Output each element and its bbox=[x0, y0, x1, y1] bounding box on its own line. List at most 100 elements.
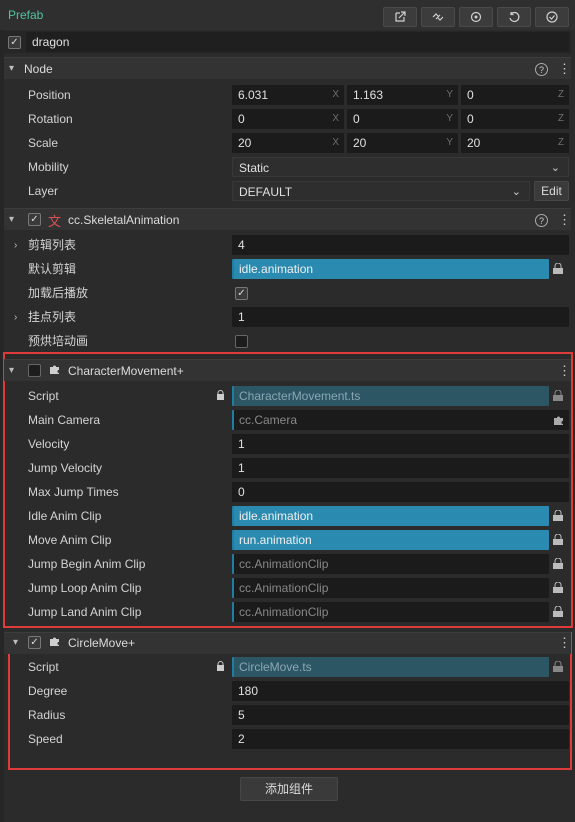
chevron-down-icon[interactable]: ▾ bbox=[9, 214, 14, 225]
unlink-prefab-button[interactable] bbox=[421, 7, 455, 27]
chevron-down-icon: ⌄ bbox=[550, 162, 560, 174]
chevron-right-icon[interactable]: › bbox=[14, 312, 17, 323]
asset-picker-icon[interactable] bbox=[552, 533, 566, 546]
asset-picker-icon[interactable] bbox=[552, 605, 566, 618]
circle-section-title: CircleMove+ bbox=[68, 636, 136, 650]
sockets-count-field[interactable]: 1 bbox=[232, 307, 569, 327]
character-enabled-checkbox[interactable] bbox=[28, 364, 41, 377]
jump-velocity-field[interactable]: 1 bbox=[232, 458, 569, 478]
revert-prefab-button[interactable] bbox=[497, 7, 531, 27]
prefab-label: Prefab bbox=[8, 8, 44, 22]
mobility-label: Mobility bbox=[28, 160, 69, 174]
circle-enabled-checkbox[interactable]: ✓ bbox=[28, 636, 41, 649]
move-clip-field[interactable]: run.animation bbox=[232, 530, 549, 550]
locate-prefab-button[interactable] bbox=[459, 7, 493, 27]
check-icon: ✓ bbox=[237, 288, 246, 299]
jump-begin-label: Jump Begin Anim Clip bbox=[28, 557, 146, 571]
sockets-label: 挂点列表 bbox=[28, 310, 77, 324]
scale-label: Scale bbox=[28, 136, 59, 150]
asset-picker-icon[interactable] bbox=[552, 509, 566, 522]
layer-edit-button[interactable]: Edit bbox=[534, 181, 569, 201]
skeletal-enabled-checkbox[interactable]: ✓ bbox=[28, 213, 41, 226]
node-section-title: Node bbox=[24, 62, 53, 76]
layer-select[interactable]: DEFAULT ⌄ bbox=[232, 181, 530, 201]
puzzle-icon bbox=[49, 363, 61, 378]
character-section-title: CharacterMovement+ bbox=[68, 364, 184, 378]
rotation-y-field[interactable]: 0Y bbox=[347, 109, 458, 129]
rotation-z-field[interactable]: 0Z bbox=[461, 109, 569, 129]
lock-icon bbox=[216, 661, 225, 674]
rotation-label: Rotation bbox=[28, 112, 73, 126]
more-icon[interactable]: ⋮ bbox=[558, 636, 571, 649]
default-clip-label: 默认剪辑 bbox=[28, 262, 77, 276]
move-clip-label: Move Anim Clip bbox=[28, 533, 112, 547]
chevron-down-icon[interactable]: ▾ bbox=[13, 637, 18, 648]
velocity-field[interactable]: 1 bbox=[232, 434, 569, 454]
radius-field[interactable]: 5 bbox=[232, 705, 569, 725]
locate-icon bbox=[470, 11, 482, 23]
open-prefab-button[interactable] bbox=[383, 7, 417, 27]
character-script-field[interactable]: CharacterMovement.ts bbox=[232, 386, 549, 406]
apply-icon bbox=[546, 11, 558, 23]
mobility-select[interactable]: Static ⌄ bbox=[232, 157, 569, 177]
default-clip-asset-field[interactable]: idle.animation bbox=[232, 259, 549, 279]
jump-loop-label: Jump Loop Anim Clip bbox=[28, 581, 142, 595]
idle-clip-field[interactable]: idle.animation bbox=[232, 506, 549, 526]
chevron-down-icon[interactable]: ▾ bbox=[9, 63, 14, 74]
asset-picker-icon[interactable] bbox=[552, 262, 566, 275]
puzzle-icon[interactable] bbox=[553, 414, 565, 429]
clips-count-field[interactable]: 4 bbox=[232, 235, 569, 255]
node-section-header[interactable] bbox=[4, 57, 571, 79]
asset-picker-icon[interactable] bbox=[552, 389, 566, 402]
chevron-down-icon: ⌄ bbox=[511, 186, 521, 198]
check-icon: ✓ bbox=[10, 37, 19, 48]
max-jump-label: Max Jump Times bbox=[28, 485, 119, 499]
position-x-field[interactable]: 6.031 X bbox=[232, 85, 344, 105]
more-icon[interactable]: ⋮ bbox=[558, 213, 571, 226]
degree-field[interactable]: 180 bbox=[232, 681, 569, 701]
asset-picker-icon[interactable] bbox=[552, 581, 566, 594]
bake-label: 预烘培动画 bbox=[28, 334, 89, 348]
script-label: Script bbox=[28, 389, 59, 403]
revert-icon bbox=[509, 11, 520, 22]
open-external-icon bbox=[395, 11, 406, 22]
node-name-input[interactable]: dragon bbox=[26, 32, 569, 52]
layer-label: Layer bbox=[28, 184, 59, 198]
chevron-down-icon[interactable]: ▾ bbox=[9, 365, 14, 376]
help-icon[interactable]: ? bbox=[535, 214, 548, 227]
more-icon[interactable]: ⋮ bbox=[558, 62, 571, 75]
jump-loop-field[interactable]: cc.AnimationClip bbox=[232, 578, 549, 598]
radius-label: Radius bbox=[28, 708, 66, 722]
circle-script-field[interactable]: CircleMove.ts bbox=[232, 657, 549, 677]
check-icon: ✓ bbox=[30, 214, 39, 225]
speed-field[interactable]: 2 bbox=[232, 729, 569, 749]
scale-y-field[interactable]: 20 Y bbox=[347, 133, 458, 153]
idle-clip-label: Idle Anim Clip bbox=[28, 509, 102, 523]
node-active-checkbox[interactable]: ✓ bbox=[8, 36, 21, 49]
position-label: Position bbox=[28, 88, 71, 102]
max-jump-field[interactable]: 0 bbox=[232, 482, 569, 502]
asset-picker-icon[interactable] bbox=[552, 660, 566, 673]
more-icon[interactable]: ⋮ bbox=[558, 364, 571, 377]
rotation-x-field[interactable]: 0X bbox=[232, 109, 344, 129]
position-z-field[interactable]: 0Z bbox=[461, 85, 569, 105]
scale-x-field[interactable]: 20 X bbox=[232, 133, 344, 153]
bake-checkbox[interactable] bbox=[235, 335, 248, 348]
main-camera-field[interactable]: cc.Camera bbox=[232, 410, 569, 430]
velocity-label: Velocity bbox=[28, 437, 70, 451]
jump-velocity-label: Jump Velocity bbox=[28, 461, 103, 475]
chevron-right-icon[interactable]: › bbox=[14, 240, 17, 251]
clips-label: 剪辑列表 bbox=[28, 238, 77, 252]
add-component-button[interactable]: 添加组件 bbox=[240, 777, 338, 801]
lock-icon bbox=[216, 390, 225, 403]
play-on-load-checkbox[interactable]: ✓ bbox=[235, 287, 248, 300]
scale-z-field[interactable]: 20 Z bbox=[461, 133, 569, 153]
position-y-field[interactable]: 1.163 Y bbox=[347, 85, 458, 105]
jump-land-field[interactable]: cc.AnimationClip bbox=[232, 602, 549, 622]
main-camera-label: Main Camera bbox=[28, 413, 101, 427]
jump-begin-field[interactable]: cc.AnimationClip bbox=[232, 554, 549, 574]
asset-picker-icon[interactable] bbox=[552, 557, 566, 570]
degree-label: Degree bbox=[28, 684, 68, 698]
apply-prefab-button[interactable] bbox=[535, 7, 569, 27]
help-icon[interactable]: ? bbox=[535, 63, 548, 76]
